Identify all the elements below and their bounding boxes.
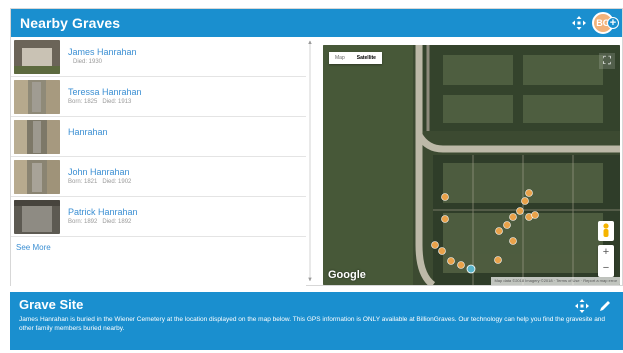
grave-dates: Born: 1821 Died: 1902 bbox=[68, 178, 136, 187]
grave-thumbnail[interactable] bbox=[14, 39, 60, 74]
scrollbar[interactable] bbox=[309, 41, 311, 281]
nearby-graves-panel: Nearby Graves BG + James Hanrahan Died: … bbox=[10, 8, 623, 286]
list-item[interactable]: Patrick Hanrahan Born: 1892 Died: 1892 bbox=[11, 197, 306, 237]
grave-born: Born: 1825 bbox=[68, 99, 98, 105]
satellite-map[interactable]: Map Satellite ⛶ + − Google Map data ©201… bbox=[323, 45, 620, 285]
pegman-icon[interactable] bbox=[598, 221, 614, 241]
map-type-toggle: Map Satellite bbox=[329, 52, 382, 64]
grave-site-tools bbox=[574, 298, 612, 314]
grave-name[interactable]: Patrick Hanrahan bbox=[68, 206, 138, 218]
grave-name[interactable]: John Hanrahan bbox=[68, 166, 136, 178]
nearby-graves-title: Nearby Graves bbox=[20, 15, 121, 31]
zoom-out-button[interactable]: − bbox=[598, 261, 614, 277]
grave-name[interactable]: Teressa Hanrahan bbox=[68, 86, 142, 98]
satellite-toggle-button[interactable]: Satellite bbox=[351, 52, 382, 64]
zoom-in-button[interactable]: + bbox=[598, 245, 614, 261]
grave-thumbnail[interactable] bbox=[14, 119, 60, 154]
grave-site-title: Grave Site bbox=[19, 296, 84, 312]
grave-born: Born: 1892 bbox=[68, 219, 98, 225]
plus-icon[interactable]: + bbox=[607, 17, 619, 29]
grave-died: Died: 1913 bbox=[102, 99, 132, 105]
scroll-up-icon[interactable]: ▲ bbox=[307, 40, 313, 46]
current-location-marker bbox=[466, 264, 476, 274]
zoom-control: + − bbox=[598, 245, 614, 277]
list-item[interactable]: Hanrahan bbox=[11, 117, 306, 157]
grave-name[interactable]: James Hanrahan bbox=[68, 46, 137, 58]
map-attribution[interactable]: Map data ©2018 Imagery ©2018 · Terms of … bbox=[491, 277, 620, 285]
grave-thumbnail[interactable] bbox=[14, 199, 60, 234]
list-item[interactable]: Teressa Hanrahan Born: 1825 Died: 1913 bbox=[11, 77, 306, 117]
nearby-graves-header: Nearby Graves BG + bbox=[11, 9, 622, 37]
scroll-down-icon[interactable]: ▼ bbox=[307, 277, 313, 283]
grave-site-header: Grave Site bbox=[11, 293, 622, 315]
map-toggle-button[interactable]: Map bbox=[329, 52, 351, 64]
grave-thumbnail[interactable] bbox=[14, 159, 60, 194]
grave-site-panel: Grave Site James Hanrahan is buried in t… bbox=[10, 292, 623, 350]
grave-died: Died: 1892 bbox=[102, 219, 132, 225]
grave-died: Died: 1902 bbox=[102, 179, 132, 185]
list-item[interactable]: John Hanrahan Born: 1821 Died: 1902 bbox=[11, 157, 306, 197]
grave-thumbnail[interactable] bbox=[14, 79, 60, 114]
grave-dates: Born: 1892 Died: 1892 bbox=[68, 218, 138, 227]
list-item[interactable]: James Hanrahan Died: 1930 bbox=[11, 37, 306, 77]
grave-site-description: James Hanrahan is buried in the Wiener C… bbox=[19, 316, 606, 332]
grave-list: James Hanrahan Died: 1930 Teressa Hanrah… bbox=[11, 37, 306, 286]
avatar[interactable]: BG + bbox=[592, 12, 619, 34]
grave-dates: Died: 1930 bbox=[68, 58, 137, 67]
move-icon[interactable] bbox=[571, 15, 587, 31]
fullscreen-icon[interactable]: ⛶ bbox=[599, 53, 615, 69]
grave-died: Died: 1930 bbox=[73, 59, 103, 65]
google-logo: Google bbox=[328, 269, 366, 281]
pencil-icon[interactable] bbox=[598, 299, 612, 313]
move-icon[interactable] bbox=[574, 298, 590, 314]
grave-born: Born: 1821 bbox=[68, 179, 98, 185]
grave-name[interactable]: Hanrahan bbox=[68, 126, 108, 138]
see-more-link[interactable]: See More bbox=[16, 243, 51, 252]
header-tools: BG + bbox=[571, 12, 619, 34]
map-imagery[interactable] bbox=[323, 45, 620, 285]
grave-dates bbox=[68, 138, 108, 147]
grave-dates: Born: 1825 Died: 1913 bbox=[68, 98, 142, 107]
